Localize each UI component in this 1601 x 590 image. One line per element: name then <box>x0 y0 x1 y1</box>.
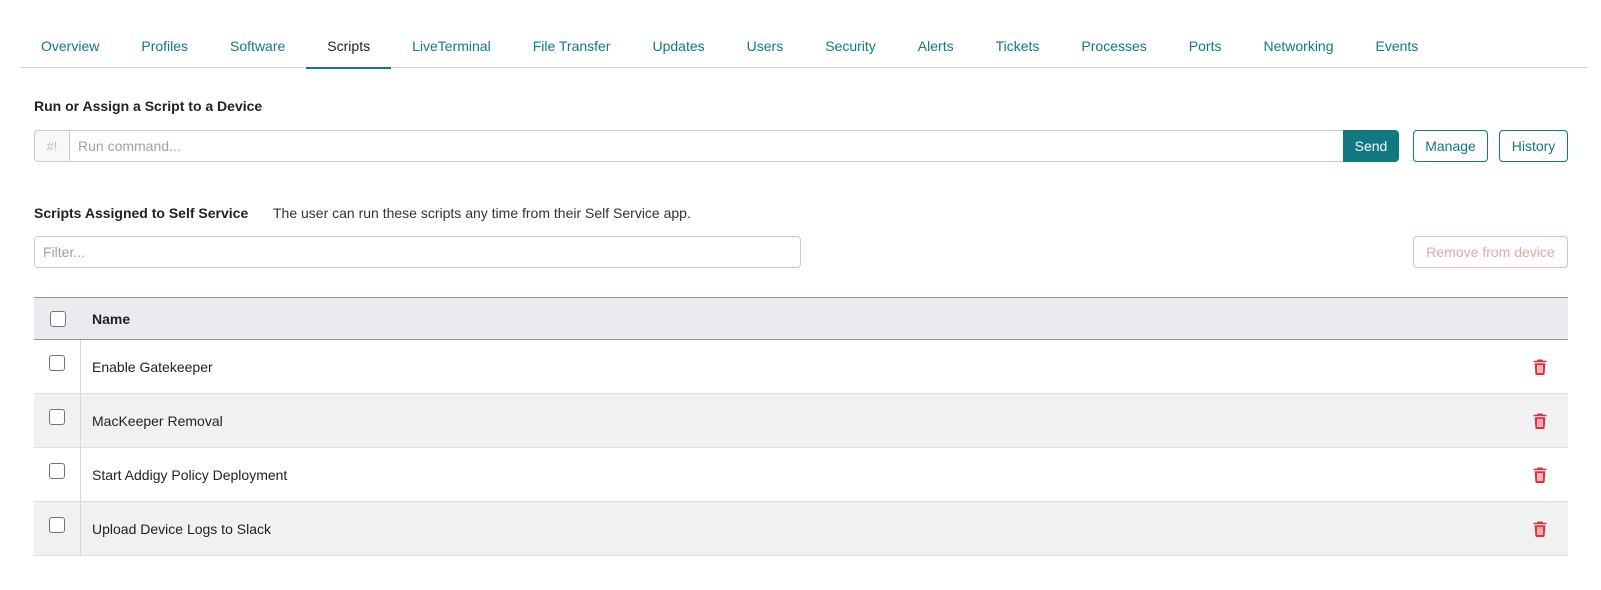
shebang-prefix: #! <box>34 130 69 162</box>
row-checkbox-cell <box>34 448 81 501</box>
run-command-input[interactable] <box>69 130 1343 162</box>
row-checkbox[interactable] <box>49 463 65 479</box>
tab-liveterminal[interactable]: LiveTerminal <box>412 24 491 68</box>
row-action-cell <box>1512 340 1568 393</box>
manage-button[interactable]: Manage <box>1413 130 1488 162</box>
script-name: Start Addigy Policy Deployment <box>92 466 288 483</box>
tab-scripts[interactable]: Scripts <box>306 24 391 69</box>
row-action-cell <box>1512 448 1568 501</box>
scripts-table: Name Enable Gatekeeper MacKeeper Removal S… <box>34 297 1568 556</box>
trash-icon[interactable] <box>1533 521 1547 537</box>
row-checkbox-cell <box>34 394 81 447</box>
tab-tickets[interactable]: Tickets <box>996 24 1040 68</box>
row-checkbox[interactable] <box>49 355 65 371</box>
column-header-name: Name <box>92 310 131 327</box>
tab-processes[interactable]: Processes <box>1081 24 1146 68</box>
row-checkbox[interactable] <box>49 517 65 533</box>
tab-file-transfer[interactable]: File Transfer <box>533 24 611 68</box>
tab-events[interactable]: Events <box>1376 24 1419 68</box>
send-button[interactable]: Send <box>1343 130 1399 162</box>
table-row: MacKeeper Removal <box>34 394 1568 448</box>
tab-overview[interactable]: Overview <box>41 24 99 68</box>
tab-software[interactable]: Software <box>230 24 285 68</box>
remove-from-device-button[interactable]: Remove from device <box>1413 236 1568 268</box>
tab-users[interactable]: Users <box>747 24 784 68</box>
row-checkbox-cell <box>34 340 81 393</box>
run-section-title: Run or Assign a Script to a Device <box>34 98 263 114</box>
tab-alerts[interactable]: Alerts <box>918 24 954 68</box>
device-tabs: Overview Profiles Software Scripts LiveTermi… <box>20 24 1588 69</box>
trash-icon[interactable] <box>1533 413 1547 429</box>
self-service-title: Scripts Assigned to Self Service <box>34 205 249 221</box>
row-action-cell <box>1512 502 1568 555</box>
self-service-description: The user can run these scripts any time … <box>273 205 691 221</box>
page: Overview Profiles Software Scripts LiveTermi… <box>0 0 1601 590</box>
table-row: Enable Gatekeeper <box>34 340 1568 394</box>
row-checkbox-cell <box>34 502 81 555</box>
tab-ports[interactable]: Ports <box>1189 24 1222 68</box>
tab-profiles[interactable]: Profiles <box>141 24 188 68</box>
header-checkbox-cell <box>34 298 81 339</box>
table-header: Name <box>34 297 1568 340</box>
tab-networking[interactable]: Networking <box>1263 24 1333 68</box>
tab-security[interactable]: Security <box>825 24 876 68</box>
table-row: Start Addigy Policy Deployment <box>34 448 1568 502</box>
table-row: Upload Device Logs to Slack <box>34 502 1568 556</box>
row-action-cell <box>1512 394 1568 447</box>
script-name: Upload Device Logs to Slack <box>92 520 271 537</box>
trash-icon[interactable] <box>1533 467 1547 483</box>
table-body: Enable Gatekeeper MacKeeper Removal Start … <box>34 340 1568 556</box>
trash-icon[interactable] <box>1533 359 1547 375</box>
run-command-group: #! Send <box>34 130 1399 162</box>
tab-updates[interactable]: Updates <box>653 24 705 68</box>
script-name: Enable Gatekeeper <box>92 358 213 375</box>
history-button[interactable]: History <box>1499 130 1568 162</box>
script-name: MacKeeper Removal <box>92 412 223 429</box>
select-all-checkbox[interactable] <box>49 310 66 327</box>
filter-input[interactable] <box>34 236 801 268</box>
row-checkbox[interactable] <box>49 409 65 425</box>
